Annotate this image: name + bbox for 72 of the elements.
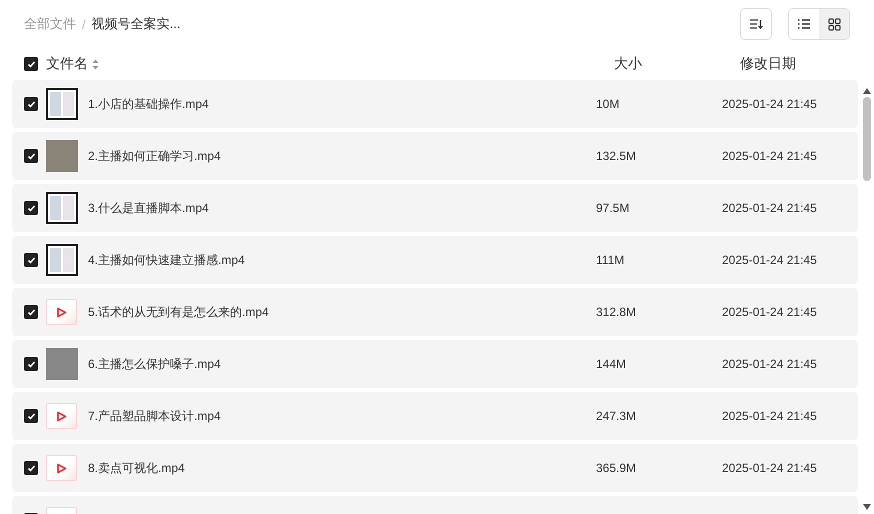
screenshot-thumbnail (46, 88, 78, 120)
modified-date: 2025-01-24 21:45 (722, 201, 817, 215)
file-name: 6.主播怎么保护嗓子.mp4 (88, 356, 222, 372)
row-checkbox[interactable] (24, 409, 38, 423)
breadcrumb-item[interactable]: 视频号全案实... (92, 15, 180, 33)
file-size: 144M (596, 357, 628, 371)
play-icon (56, 306, 67, 318)
checkmark-icon (26, 412, 36, 420)
modified-date: 2025-01-24 21:45 (722, 97, 817, 111)
row-checkbox[interactable] (24, 305, 38, 319)
checkmark-icon (26, 204, 36, 212)
row-checkbox[interactable] (24, 461, 38, 475)
file-row[interactable]: 4.主播如何快速建立播感.mp4 111M 2025-01-24 21:45 (12, 236, 858, 284)
row-checkbox[interactable] (24, 201, 38, 215)
modified-date: 2025-01-24 21:45 (722, 253, 817, 267)
file-name: 2.主播如何正确学习.mp4 (88, 148, 222, 164)
list-view-icon (797, 18, 811, 30)
file-row[interactable]: 6.主播怎么保护嗓子.mp4 144M 2025-01-24 21:45 (12, 340, 858, 388)
scrollbar-thumb[interactable] (863, 97, 871, 181)
breadcrumb-separator: / (82, 16, 86, 32)
thumbnail-placeholder (46, 348, 78, 380)
file-row[interactable]: 3.什么是直播脚本.mp4 97.5M 2025-01-24 21:45 (12, 184, 858, 232)
sort-button[interactable] (740, 8, 772, 40)
file-row[interactable]: 5.话术的从无到有是怎么来的.mp4 312.8M 2025-01-24 21:45 (12, 288, 858, 336)
row-checkbox[interactable] (24, 253, 38, 267)
column-header[interactable]: 文件名 (46, 55, 88, 73)
row-checkbox[interactable] (24, 357, 38, 371)
file-row[interactable]: 7.产品塑品脚本设计.mp4 247.3M 2025-01-24 21:45 (12, 392, 858, 440)
row-checkbox[interactable] (24, 97, 38, 111)
scroll-up-icon[interactable] (863, 88, 871, 94)
file-name: 3.什么是直播脚本.mp4 (88, 200, 210, 216)
checkmark-icon (26, 464, 36, 472)
file-size: 97.5M (596, 201, 630, 215)
checkmark-icon (26, 308, 36, 316)
file-size: 10M (596, 97, 620, 111)
screenshot-thumbnail (46, 244, 78, 276)
file-size: 111M (596, 253, 626, 267)
file-name: 7.产品塑品脚本设计.mp4 (88, 408, 222, 424)
file-row[interactable]: 1.小店的基础操作.mp4 10M 2025-01-24 21:45 (12, 80, 858, 128)
file-size: 312.8M (596, 305, 638, 319)
file-size: 365.9M (596, 461, 638, 475)
file-name: 4.主播如何快速建立播感.mp4 (88, 252, 246, 268)
sort-icon (749, 17, 763, 31)
modified-date: 2025-01-24 21:45 (722, 305, 817, 319)
file-row[interactable]: 8.卖点可视化.mp4 365.9M 2025-01-24 21:45 (12, 444, 858, 492)
modified-date: 2025-01-24 21:45 (722, 357, 817, 371)
checkmark-icon (26, 100, 36, 108)
file-name: 5.话术的从无到有是怎么来的.mp4 (88, 304, 270, 320)
play-icon (56, 410, 67, 422)
grid-view-icon (828, 18, 840, 30)
file-row[interactable]: 2.主播如何正确学习.mp4 132.5M 2025-01-24 21:45 (12, 132, 858, 180)
modified-date: 2025-01-24 21:45 (722, 149, 817, 163)
checkmark-icon (26, 360, 36, 368)
column-header[interactable]: 大小 (614, 55, 740, 73)
file-name: 1.小店的基础操作.mp4 (88, 96, 210, 112)
file-name: 8.卖点可视化.mp4 (88, 460, 186, 476)
row-checkbox[interactable] (24, 149, 38, 163)
modified-date: 2025-01-24 21:45 (722, 461, 817, 475)
checkmark-icon (26, 152, 36, 160)
checkmark-icon (26, 256, 36, 264)
scroll-down-icon[interactable] (863, 504, 871, 510)
modified-date: 2025-01-24 21:45 (722, 409, 817, 423)
checkmark-icon (26, 60, 36, 68)
file-size: 247.3M (596, 409, 638, 423)
screenshot-thumbnail (46, 192, 78, 224)
play-icon (56, 462, 67, 474)
photo-placeholder (46, 140, 78, 172)
file-size: 132.5M (596, 149, 638, 163)
sort-arrows-icon[interactable] (92, 58, 99, 70)
view-toggle-button[interactable] (819, 9, 849, 39)
column-header[interactable]: 修改日期 (740, 55, 796, 73)
select-all-checkbox[interactable] (24, 57, 38, 71)
